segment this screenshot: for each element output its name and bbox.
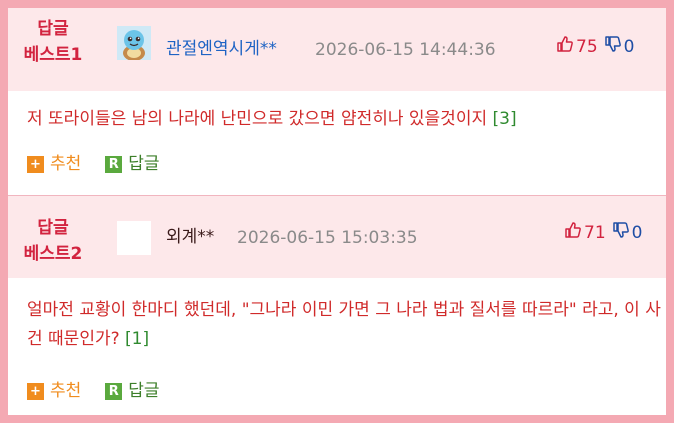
recommend-label: 추천 — [50, 154, 82, 174]
thumbs-up-icon[interactable] — [564, 221, 582, 245]
recommend-button[interactable]: + 추천 — [27, 380, 81, 402]
best-label-line1: 답글 — [37, 218, 69, 238]
thumbs-down-icon[interactable] — [612, 221, 630, 245]
down-vote-count: 0 — [623, 37, 635, 57]
comment-text: 얼마전 교황이 한마디 했던데, "그나라 이민 가면 그 나라 법과 질서를 … — [27, 300, 661, 349]
vote-box: 75 0 — [556, 35, 634, 59]
reply-r-icon: R — [105, 155, 123, 173]
reply-label: 답글 — [128, 381, 160, 401]
comment-header: 답글 베스트1 관절엔역시게** 2026-06-15 14:44:36 75 … — [8, 8, 666, 91]
comment-datetime: 2026-06-15 15:03:35 — [237, 228, 418, 248]
plus-icon: + — [27, 382, 44, 400]
reply-label: 답글 — [128, 154, 160, 174]
best-comment-2: 답글 베스트2 외계** 2026-06-15 15:03:35 71 0 얼마… — [8, 196, 666, 423]
best-comment-1: 답글 베스트1 관절엔역시게** 2026-06-15 14:44:36 75 … — [8, 8, 666, 195]
comment-text: 저 또라이들은 남의 나라에 난민으로 갔으면 얌전히나 있을것이지 — [27, 109, 488, 129]
up-vote-count: 75 — [576, 37, 598, 57]
reply-button[interactable]: R 답글 — [105, 153, 160, 175]
recommend-label: 추천 — [50, 381, 82, 401]
best-label-line2: 베스트2 — [23, 244, 83, 264]
best-label-line2: 베스트1 — [23, 45, 83, 65]
up-vote-count: 71 — [584, 223, 606, 243]
reply-count[interactable]: [3] — [493, 109, 517, 129]
down-vote-count: 0 — [631, 223, 643, 243]
reply-button[interactable]: R 답글 — [105, 380, 160, 402]
plus-icon: + — [27, 155, 44, 173]
comment-header: 답글 베스트2 외계** 2026-06-15 15:03:35 71 0 — [8, 196, 666, 278]
thumbs-down-icon[interactable] — [604, 35, 622, 59]
comment-datetime: 2026-06-15 14:44:36 — [315, 40, 496, 60]
reply-count[interactable]: [1] — [125, 329, 149, 349]
comment-actions: + 추천 R 답글 — [27, 153, 184, 175]
best-label-line1: 답글 — [37, 19, 69, 39]
avatar[interactable] — [117, 221, 151, 255]
nickname[interactable]: 관절엔역시게** — [166, 38, 277, 60]
recommend-button[interactable]: + 추천 — [27, 153, 81, 175]
nickname[interactable]: 외계** — [166, 226, 214, 248]
reply-r-icon: R — [105, 382, 123, 400]
comment-body: 얼마전 교황이 한마디 했던데, "그나라 이민 가면 그 나라 법과 질서를 … — [27, 296, 661, 354]
thumbs-up-icon[interactable] — [556, 35, 574, 59]
vote-box: 71 0 — [564, 221, 642, 245]
comment-actions: + 추천 R 답글 — [27, 380, 184, 402]
best-reply-badge: 답글 베스트2 — [8, 217, 98, 265]
comment-list: 답글 베스트1 관절엔역시게** 2026-06-15 14:44:36 75 … — [0, 0, 674, 423]
comment-body: 저 또라이들은 남의 나라에 난민으로 갔으면 얌전히나 있을것이지 [3] — [27, 105, 657, 134]
best-reply-badge: 답글 베스트1 — [8, 18, 98, 66]
squirtle-avatar-icon[interactable] — [117, 26, 151, 61]
